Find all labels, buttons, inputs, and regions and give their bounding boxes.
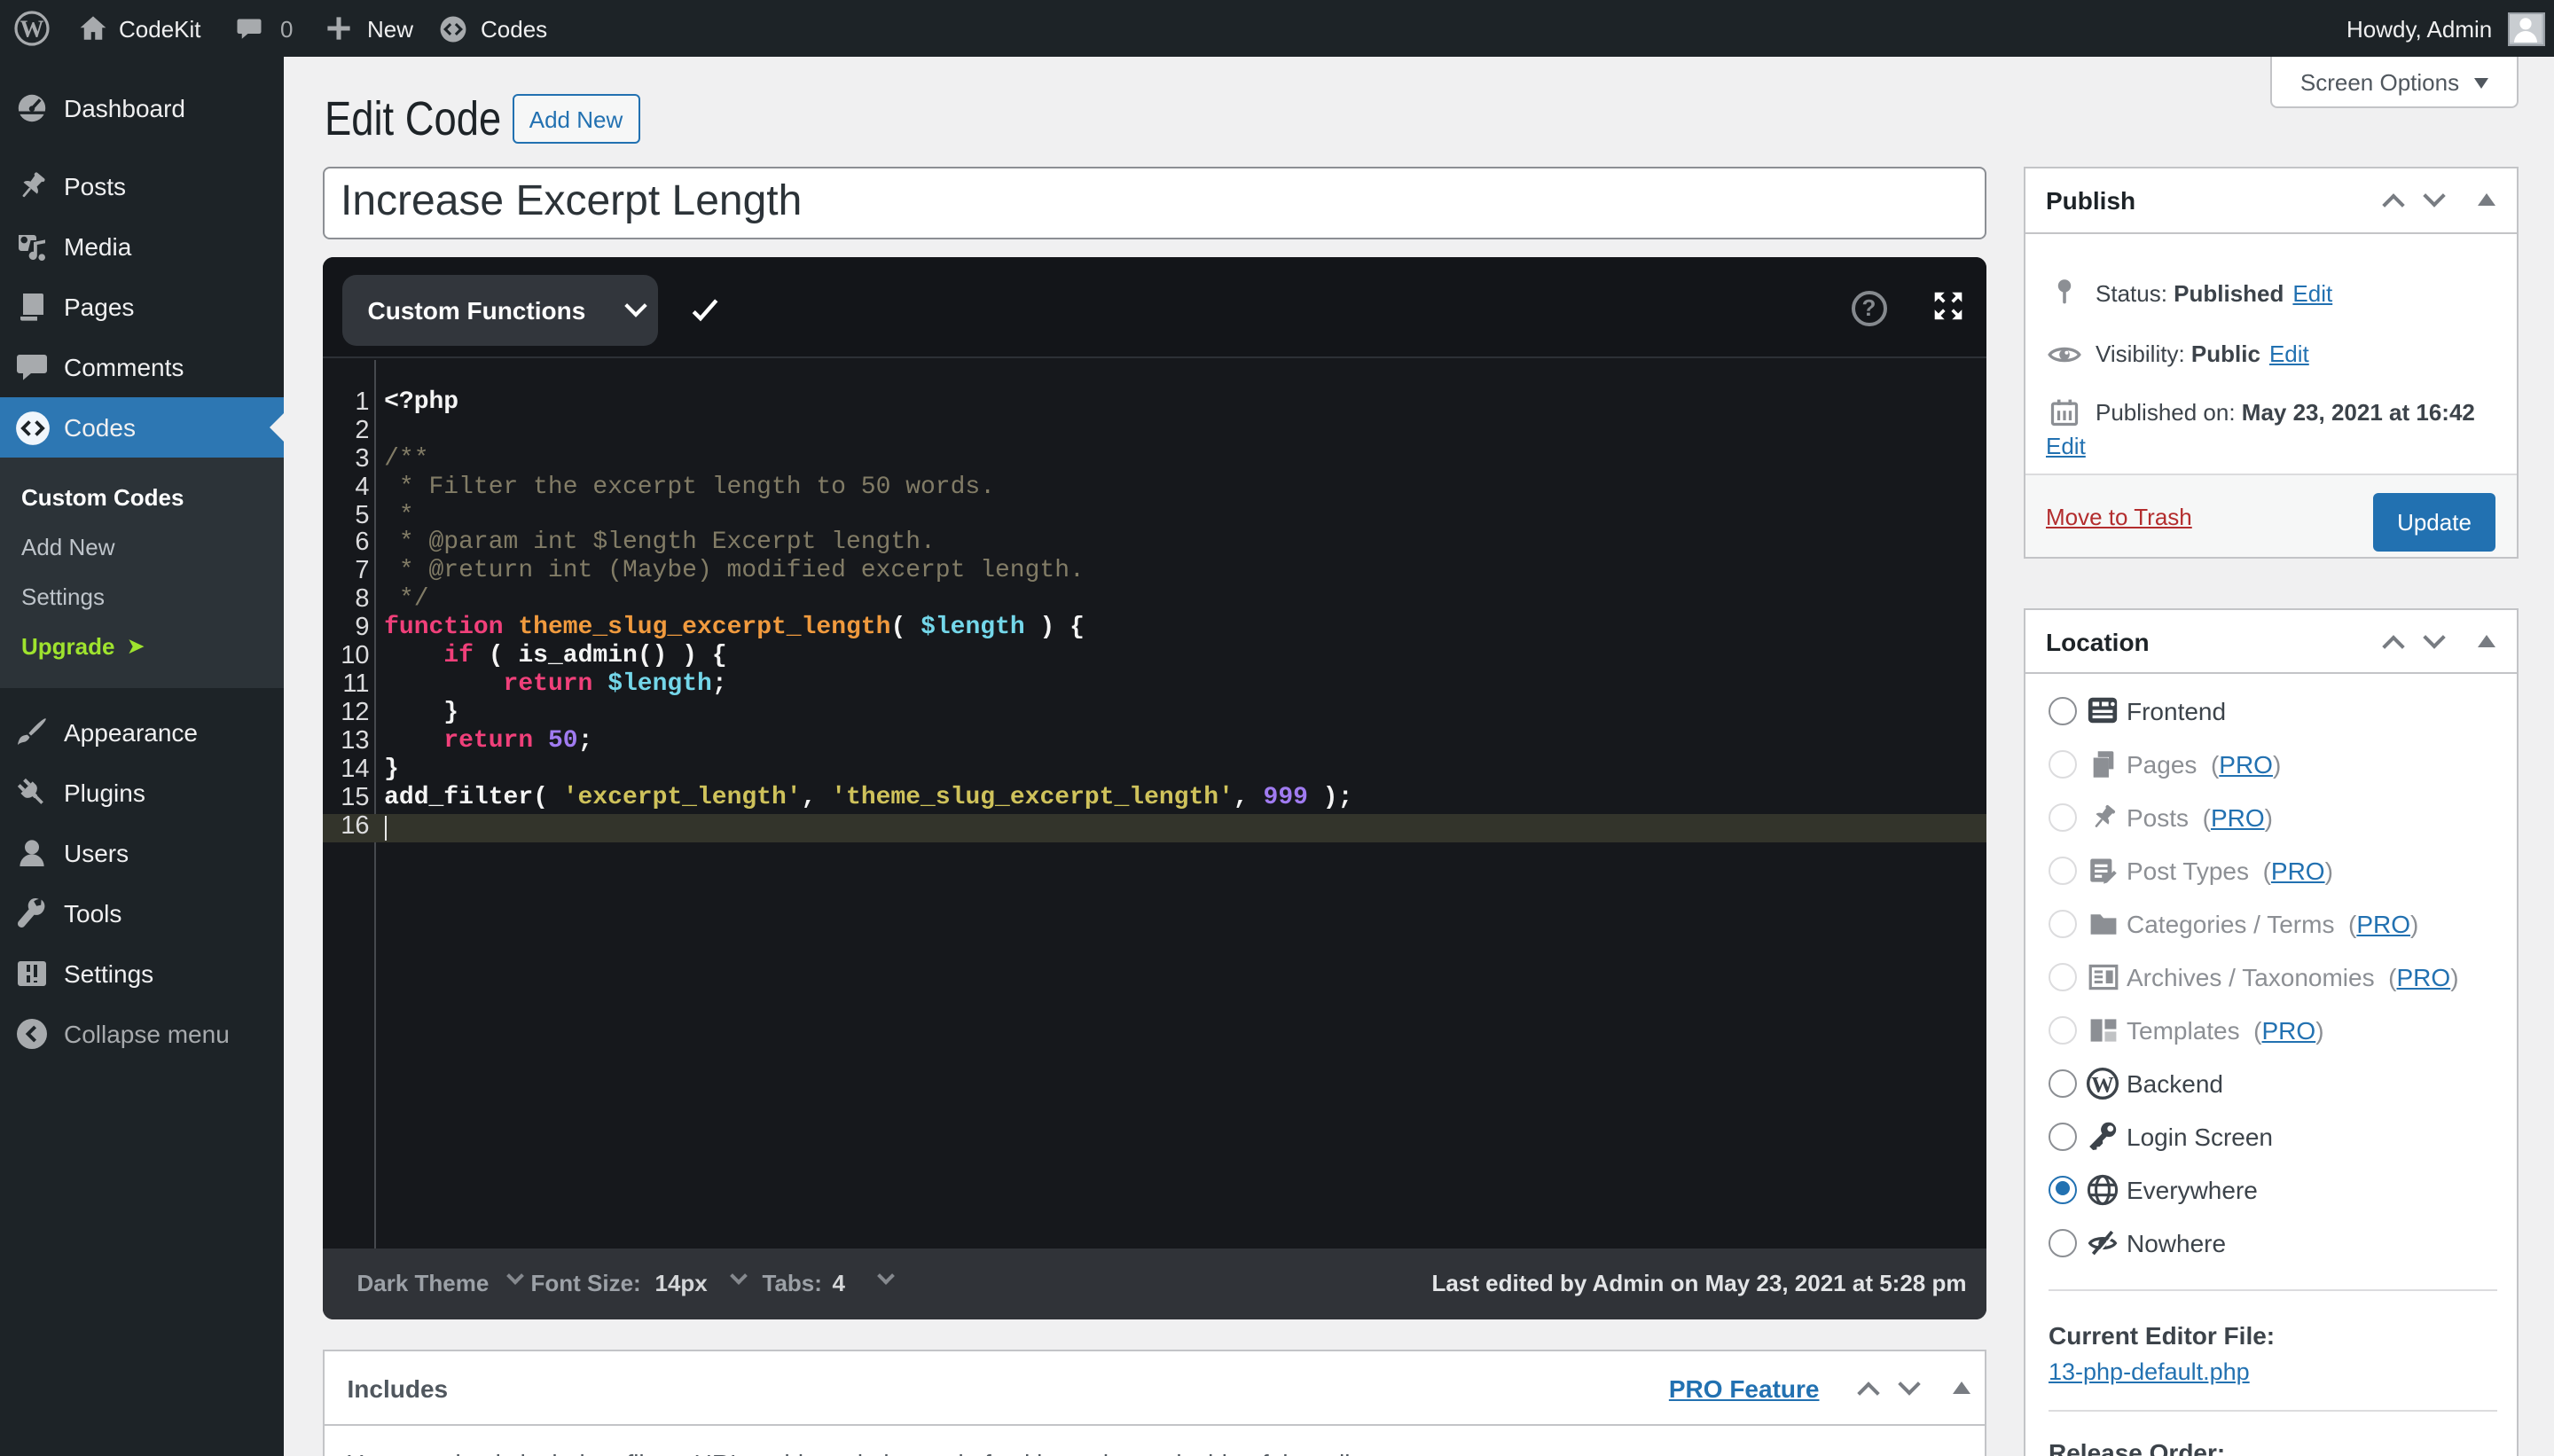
svg-text:W: W: [20, 16, 44, 43]
svg-text:W: W: [2091, 1071, 2114, 1097]
